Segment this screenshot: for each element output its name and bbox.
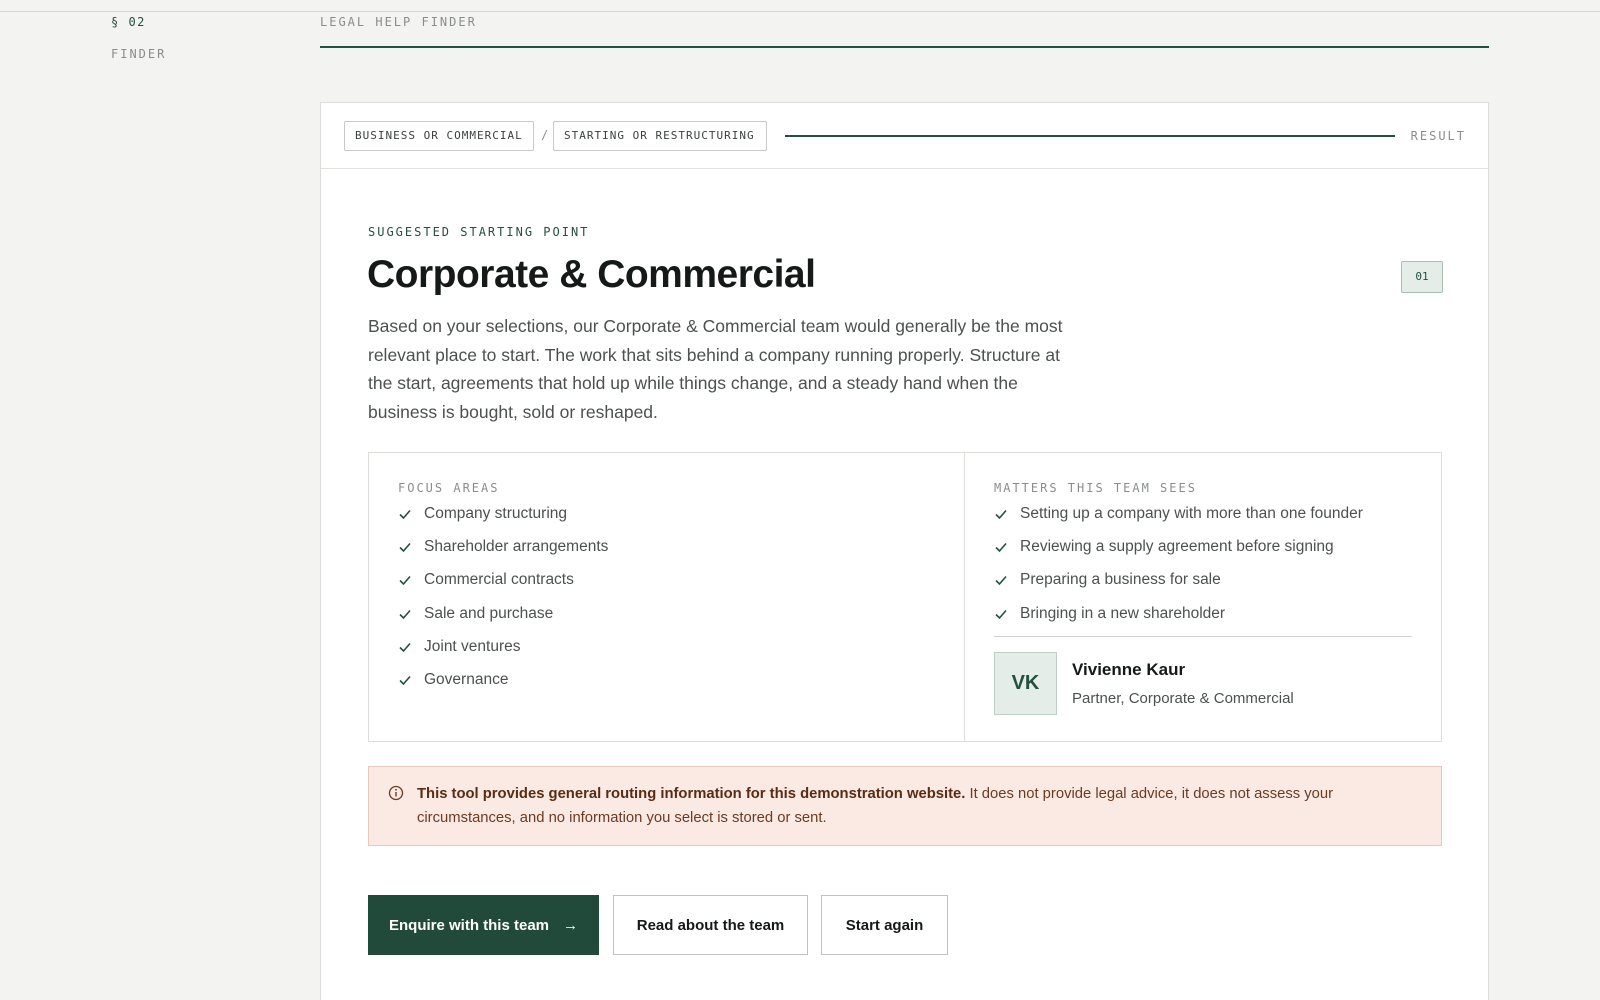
contact-card: VK Vivienne Kaur Partner, Corporate & Co… — [994, 652, 1294, 715]
breadcrumb: BUSINESS OR COMMERCIAL / STARTING OR RES… — [321, 103, 1488, 169]
enquire-button-label: Enquire with this team — [388, 916, 550, 934]
contact-divider — [994, 636, 1412, 637]
focus-area-label: Shareholder arrangements — [424, 537, 609, 555]
result-step-label: RESULT — [1410, 129, 1466, 143]
check-icon — [398, 673, 412, 687]
check-icon — [398, 607, 412, 621]
list-item: Company structuring — [398, 497, 935, 530]
progress-bar — [785, 135, 1395, 137]
focus-area-label: Governance — [424, 671, 509, 689]
result-index-badge: 01 — [1401, 261, 1443, 293]
matters-panel: MATTERS THIS TEAM SEES Setting up a comp… — [965, 453, 1441, 741]
avatar: VK — [994, 652, 1057, 715]
list-item: Commercial contracts — [398, 564, 935, 597]
result-eyebrow: SUGGESTED STARTING POINT — [368, 225, 590, 239]
focus-areas-heading: FOCUS AREAS — [398, 481, 500, 495]
focus-area-label: Sale and purchase — [424, 604, 554, 622]
top-rule — [0, 11, 1600, 12]
focus-area-label: Company structuring — [424, 504, 568, 522]
section-label: FINDER — [111, 47, 167, 61]
arrow-right-icon: → — [563, 916, 579, 934]
focus-areas-panel: FOCUS AREAS Company structuring Sharehol… — [369, 453, 965, 741]
check-icon — [398, 640, 412, 654]
result-description: Based on your selections, our Corporate … — [368, 316, 1063, 422]
list-item: Governance — [398, 663, 935, 696]
header-rule — [320, 46, 1489, 48]
result-title: Corporate & Commercial — [367, 253, 816, 296]
breadcrumb-chip-stage[interactable]: STARTING OR RESTRUCTURING — [553, 121, 767, 151]
enquire-button[interactable]: Enquire with this team → — [368, 895, 599, 955]
check-icon — [398, 540, 412, 554]
list-item: Joint ventures — [398, 630, 935, 663]
matter-label: Setting up a company with more than one … — [1020, 504, 1363, 522]
list-item: Sale and purchase — [398, 597, 935, 630]
matter-label: Preparing a business for sale — [1020, 571, 1221, 589]
matter-label: Bringing in a new shareholder — [1020, 604, 1226, 622]
breadcrumb-chip-area[interactable]: BUSINESS OR COMMERCIAL — [344, 121, 534, 151]
focus-area-label: Joint ventures — [424, 637, 521, 655]
read-about-team-button[interactable]: Read about the team — [613, 895, 808, 955]
list-item: Preparing a business for sale — [994, 564, 1412, 597]
list-item: Setting up a company with more than one … — [994, 497, 1412, 530]
breadcrumb-separator: / — [541, 128, 549, 142]
list-item: Shareholder arrangements — [398, 530, 935, 563]
contact-name: Vivienne Kaur — [1072, 660, 1186, 679]
start-again-button[interactable]: Start again — [821, 895, 948, 955]
details-panels: FOCUS AREAS Company structuring Sharehol… — [368, 452, 1442, 742]
check-icon — [398, 507, 412, 521]
matter-label: Reviewing a supply agreement before sign… — [1020, 537, 1334, 555]
check-icon — [994, 507, 1008, 521]
check-icon — [994, 573, 1008, 587]
focus-area-label: Commercial contracts — [424, 571, 574, 589]
disclaimer-notice: This tool provides general routing infor… — [368, 766, 1442, 846]
check-icon — [994, 540, 1008, 554]
check-icon — [994, 607, 1008, 621]
list-item: Reviewing a supply agreement before sign… — [994, 530, 1412, 563]
section-number: § 02 — [111, 15, 146, 29]
contact-role: Partner, Corporate & Commercial — [1072, 690, 1294, 707]
check-icon — [398, 573, 412, 587]
disclaimer-bold: This tool provides general routing infor… — [417, 786, 966, 802]
info-icon — [388, 785, 404, 801]
result-card: BUSINESS OR COMMERCIAL / STARTING OR RES… — [320, 102, 1489, 1000]
list-item: Bringing in a new shareholder — [994, 597, 1412, 630]
matters-heading: MATTERS THIS TEAM SEES — [994, 481, 1197, 495]
page-header-title: LEGAL HELP FINDER — [320, 15, 477, 29]
